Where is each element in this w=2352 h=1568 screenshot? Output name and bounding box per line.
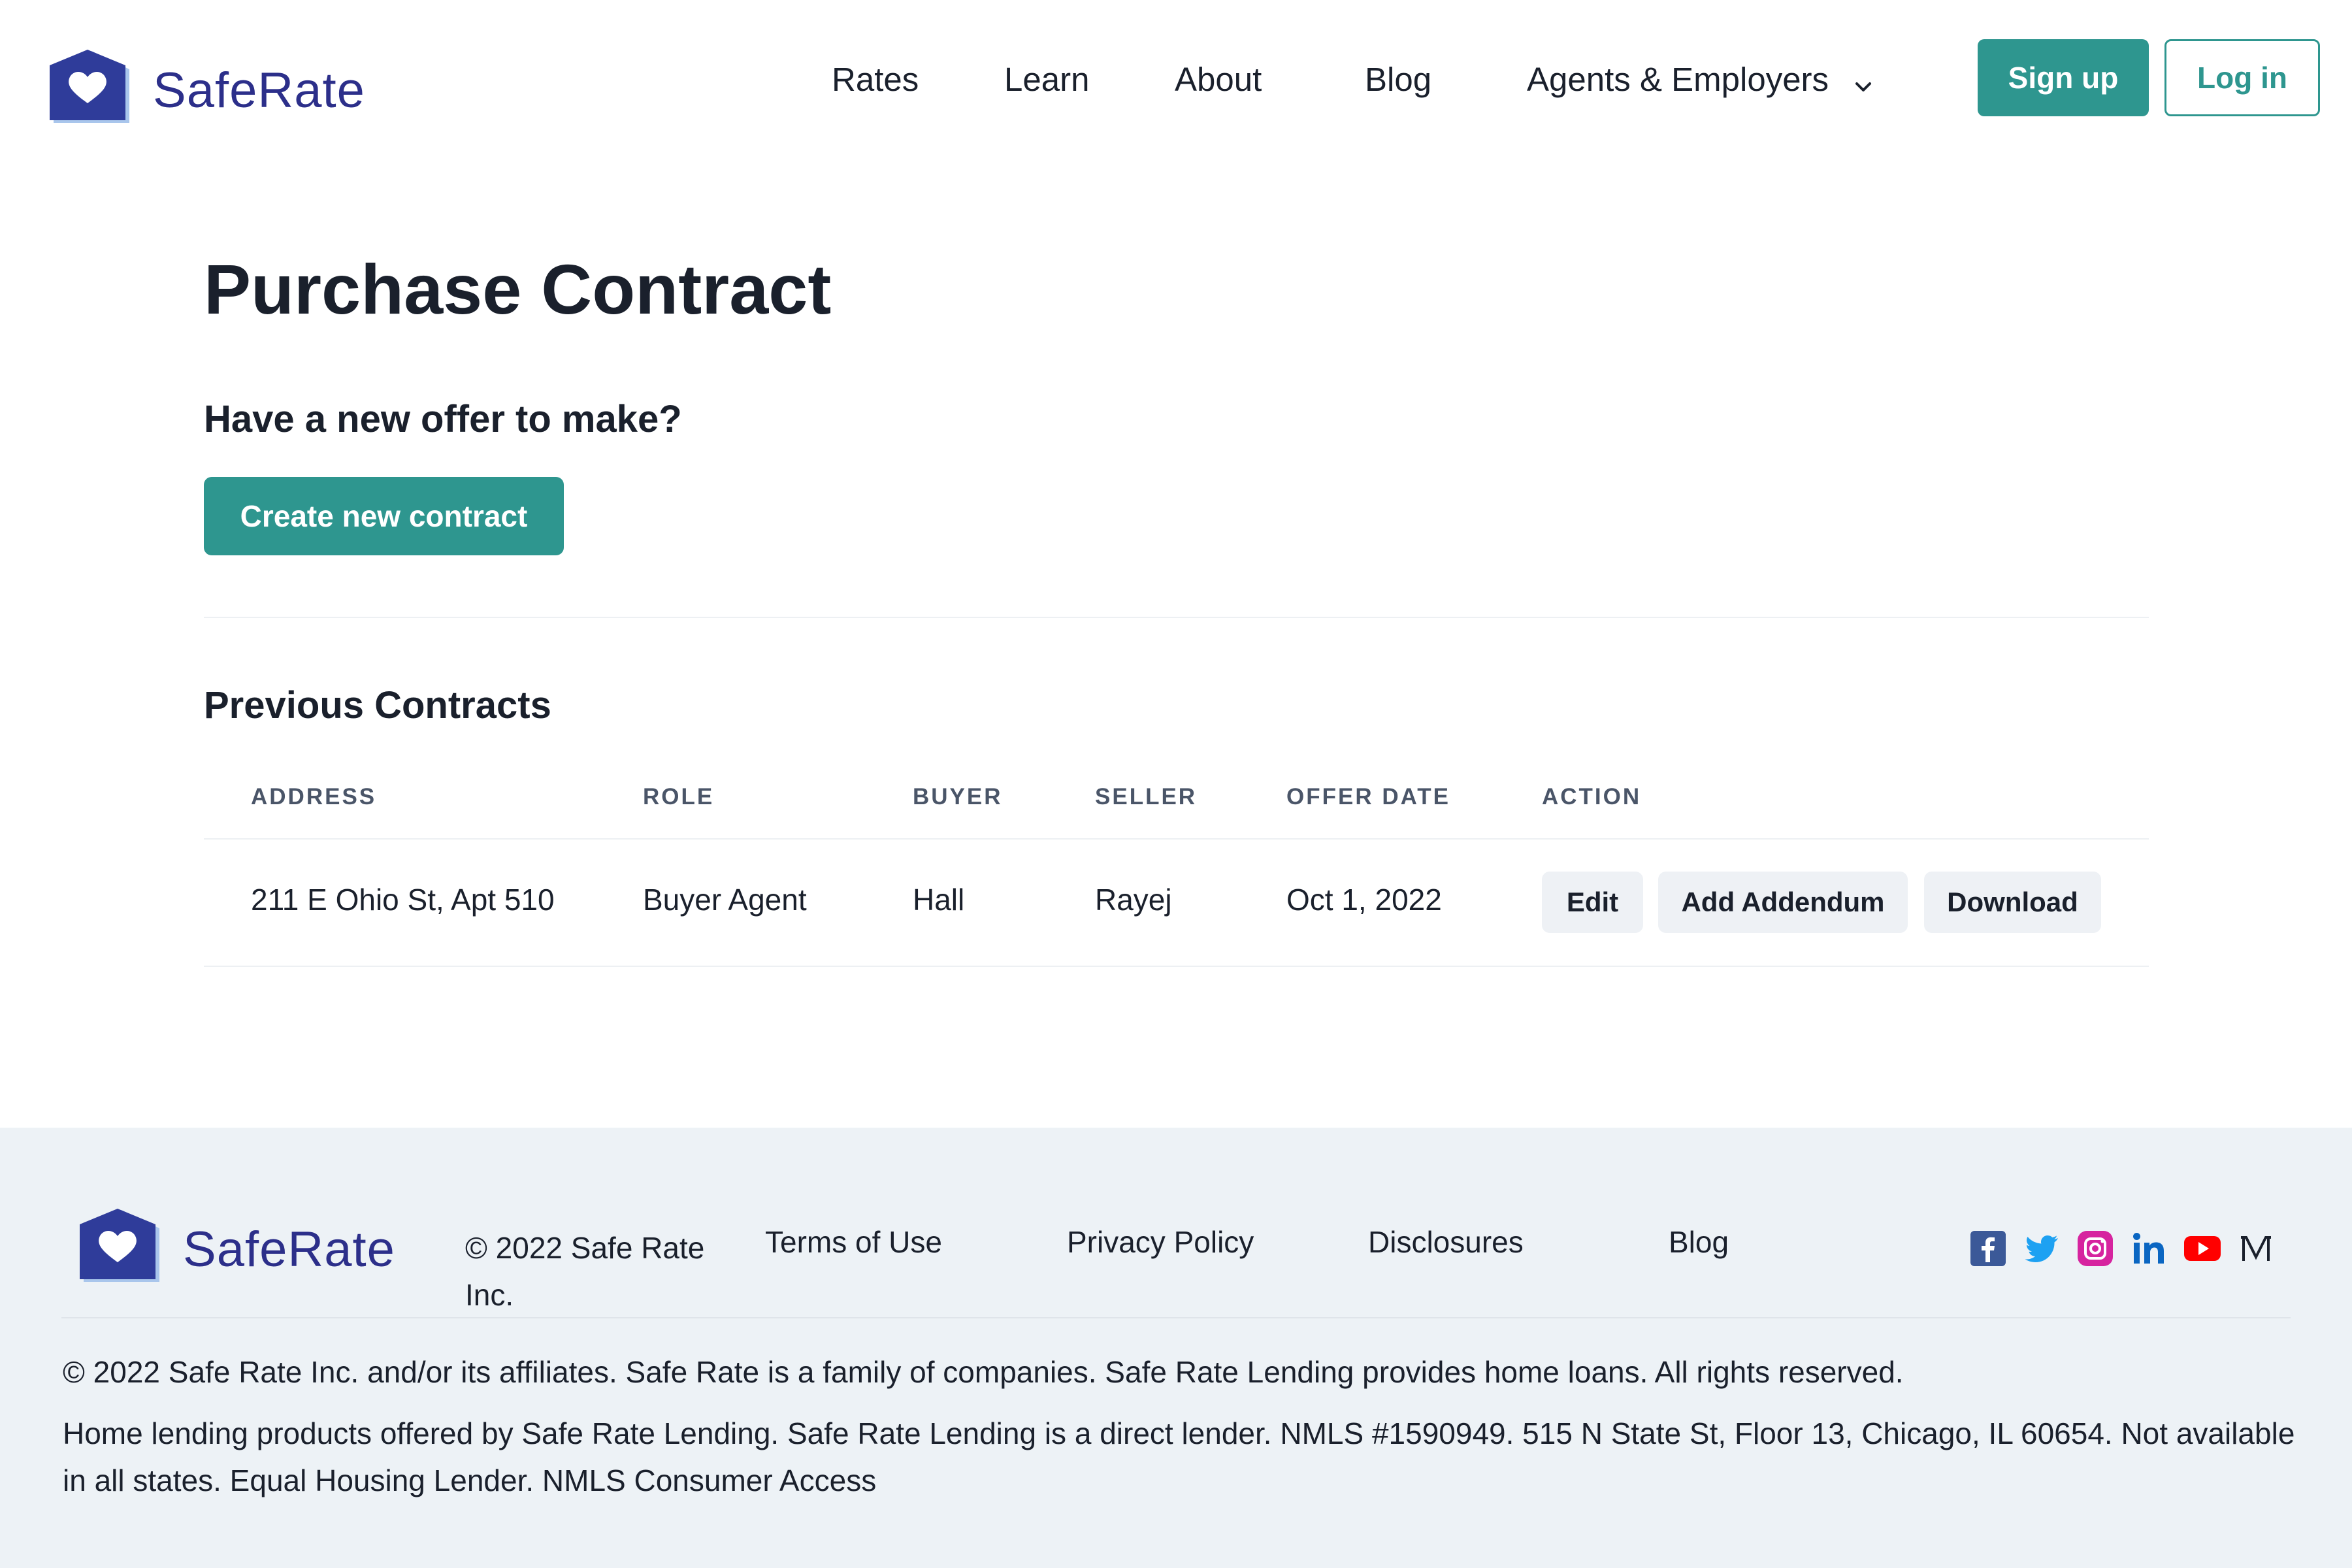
cell-seller: Rayej (1095, 883, 1172, 917)
table-header-divider (204, 838, 2149, 840)
col-seller: SELLER (1095, 784, 1198, 809)
footer-divider (61, 1317, 2291, 1318)
nav-learn[interactable]: Learn (1004, 54, 1089, 106)
cell-buyer: Hall (913, 883, 965, 917)
youtube-icon[interactable] (2183, 1230, 2221, 1267)
signup-button[interactable]: Sign up (1978, 39, 2149, 116)
chevron-down-icon (1854, 56, 1873, 108)
instagram-icon[interactable] (2076, 1230, 2114, 1267)
cell-offer-date: Oct 1, 2022 (1286, 883, 1442, 917)
nav-agents-employers[interactable]: Agents & Employers (1527, 54, 1873, 108)
twitter-icon[interactable] (2023, 1230, 2061, 1267)
col-action: ACTION (1542, 784, 1642, 809)
logo-wordmark: SafeRate (153, 62, 365, 118)
section-divider (204, 617, 2149, 618)
new-offer-heading: Have a new offer to make? (204, 398, 682, 440)
medium-icon[interactable] (2237, 1230, 2275, 1267)
table-row-divider (204, 966, 2149, 967)
nav-about[interactable]: About (1175, 54, 1262, 106)
add-addendum-button[interactable]: Add Addendum (1658, 872, 1908, 933)
footer-link-disclosures[interactable]: Disclosures (1368, 1224, 1524, 1260)
login-button[interactable]: Log in (2164, 39, 2320, 116)
site-header: SafeRate Rates Learn About Blog Agents &… (0, 0, 2352, 157)
nav-rates[interactable]: Rates (832, 54, 919, 106)
page-title: Purchase Contract (204, 250, 832, 329)
col-buyer: BUYER (913, 784, 1003, 809)
footer-logo[interactable]: SafeRate (77, 1209, 395, 1290)
facebook-icon[interactable] (1969, 1230, 2007, 1267)
linkedin-icon[interactable] (2130, 1230, 2168, 1267)
footer-link-blog[interactable]: Blog (1669, 1224, 1729, 1260)
edit-button[interactable]: Edit (1542, 872, 1643, 933)
house-heart-icon (47, 50, 136, 131)
col-role: ROLE (643, 784, 715, 809)
footer-link-privacy[interactable]: Privacy Policy (1067, 1224, 1254, 1260)
create-contract-button[interactable]: Create new contract (204, 477, 564, 555)
footer-copyright: © 2022 Safe Rate Inc. (465, 1231, 705, 1312)
social-links (1969, 1230, 2291, 1267)
cell-role: Buyer Agent (643, 883, 807, 917)
footer-legal-rights: © 2022 Safe Rate Inc. and/or its affilia… (63, 1355, 1904, 1389)
download-button[interactable]: Download (1924, 872, 2101, 933)
footer-link-terms[interactable]: Terms of Use (765, 1224, 942, 1260)
col-offer-date: OFFER DATE (1286, 784, 1451, 809)
house-heart-icon (77, 1209, 166, 1290)
nav-blog[interactable]: Blog (1365, 54, 1431, 106)
site-footer: SafeRate © 2022 Safe Rate Inc. Terms of … (0, 1128, 2352, 1568)
footer-wordmark: SafeRate (183, 1221, 395, 1277)
footer-legal-lending: Home lending products offered by Safe Ra… (63, 1416, 2295, 1497)
col-address: ADDRESS (251, 784, 377, 809)
cell-address: 211 E Ohio St, Apt 510 (251, 883, 555, 917)
nav-agents-label: Agents & Employers (1527, 61, 1829, 98)
saferate-logo[interactable]: SafeRate (47, 50, 365, 131)
previous-contracts-heading: Previous Contracts (204, 684, 551, 727)
